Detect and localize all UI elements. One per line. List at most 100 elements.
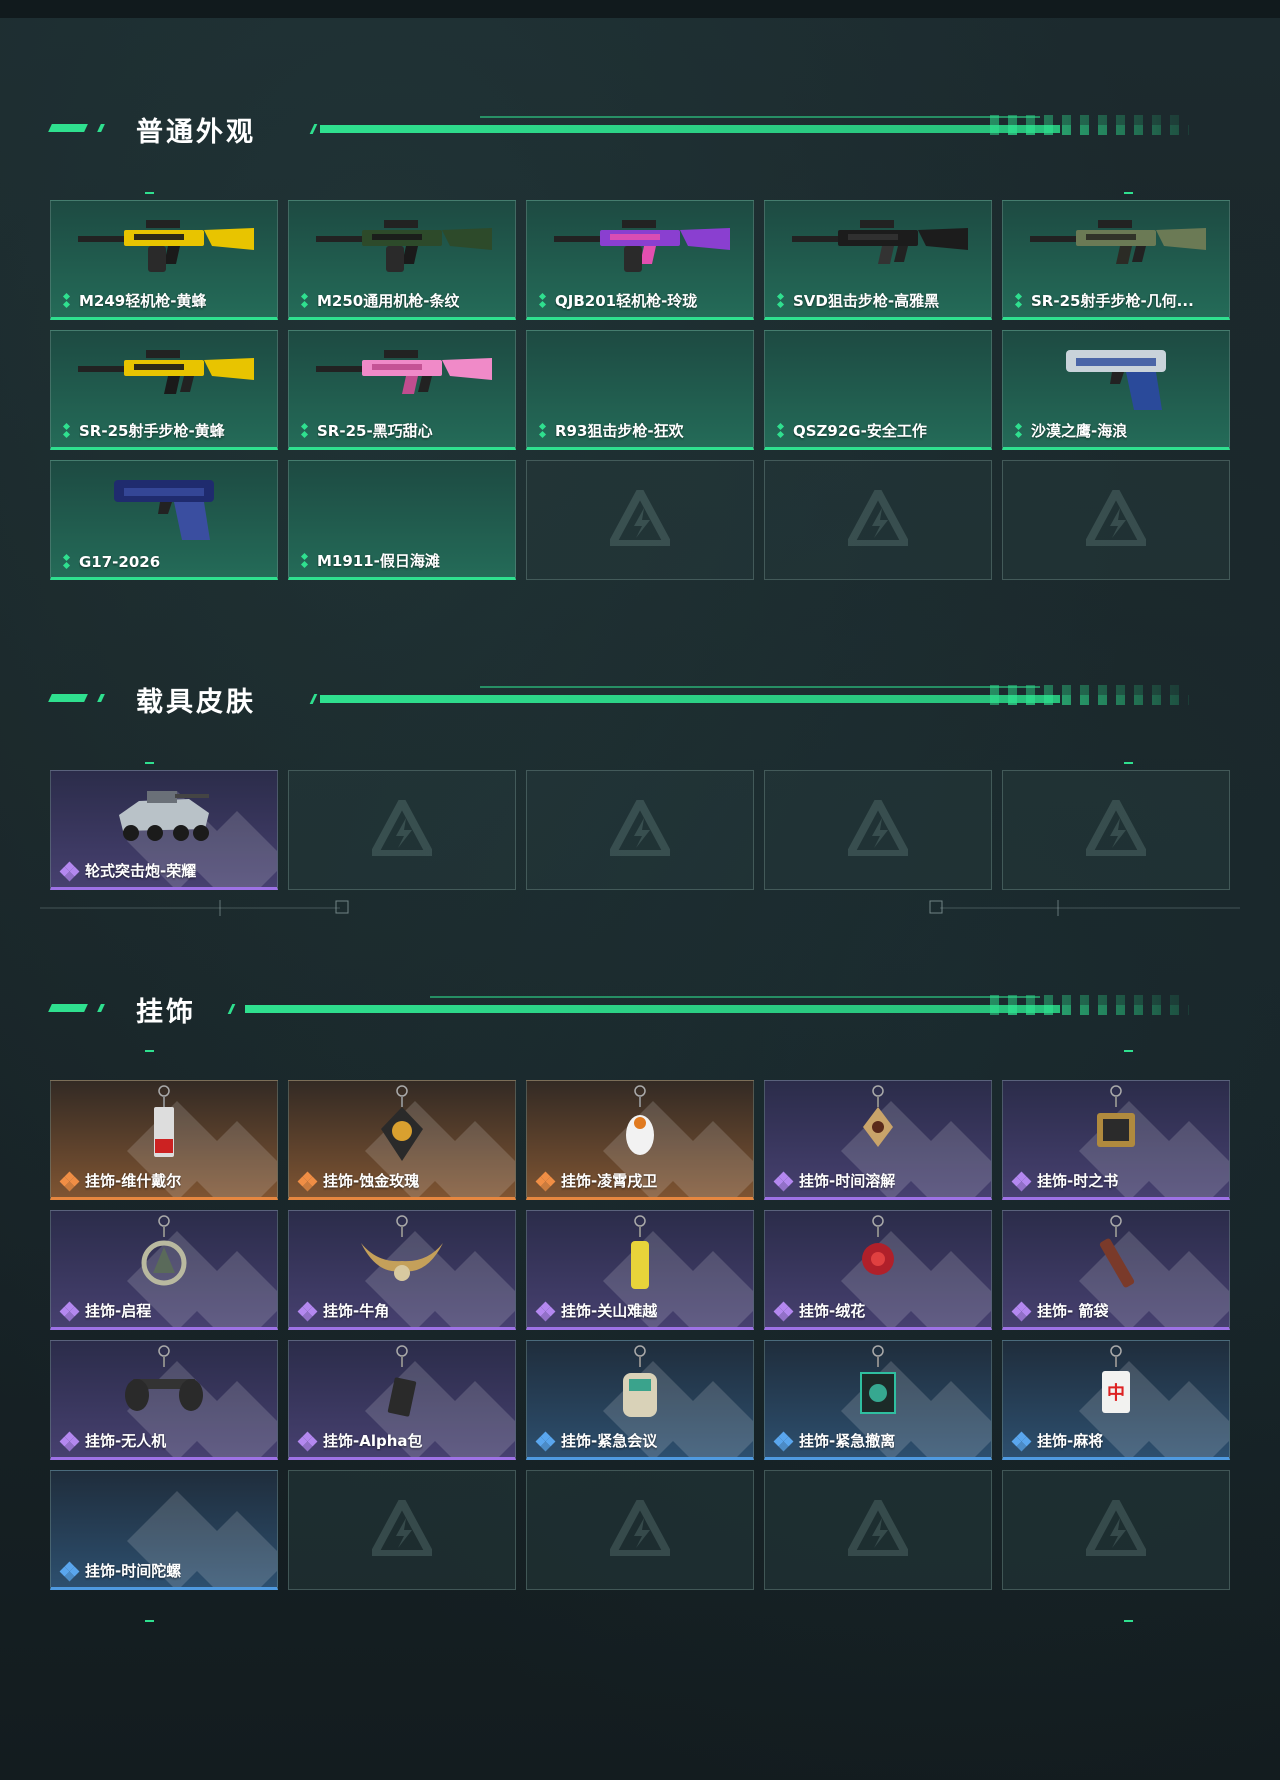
rarity-icon <box>59 1431 80 1451</box>
placeholder-logo-icon <box>846 488 910 550</box>
header-tick <box>309 694 318 704</box>
rarity-icon <box>775 422 787 438</box>
dmr-pink-icon <box>289 333 515 419</box>
charm-horns-icon <box>289 1213 515 1299</box>
charm-card[interactable]: 挂饰-紧急会议 <box>526 1340 754 1460</box>
weapon-skin-card[interactable]: R93狙击步枪-狂欢 <box>526 330 754 450</box>
rarity-icon <box>59 1171 80 1191</box>
item-name: 挂饰-凌霄戌卫 <box>561 1172 658 1190</box>
charm-card[interactable]: 挂饰-关山难越 <box>526 1210 754 1330</box>
empty-slot[interactable] <box>526 1470 754 1590</box>
vehicle-skin-card[interactable]: 轮式突击炮-荣耀 <box>50 770 278 890</box>
charm-ring-icon <box>51 1213 277 1299</box>
rarity-icon <box>537 422 549 438</box>
rarity-icon <box>1011 1431 1032 1451</box>
charm-card[interactable]: 挂饰-绒花 <box>764 1210 992 1330</box>
placeholder-logo-icon <box>608 1498 672 1560</box>
item-label: SR-25-黑巧甜心 <box>299 420 507 441</box>
item-name: 挂饰-时之书 <box>1037 1172 1119 1190</box>
empty-slot[interactable] <box>526 770 754 890</box>
header-dash <box>48 694 88 702</box>
header-dash <box>97 1004 105 1012</box>
rarity-icon <box>1013 422 1025 438</box>
item-name: M1911-假日海滩 <box>317 552 440 570</box>
item-label: 挂饰-紧急撤离 <box>773 1430 983 1451</box>
empty-slot[interactable] <box>764 770 992 890</box>
gpmg-green-stripe-icon <box>289 203 515 289</box>
item-name: M250通用机枪-条纹 <box>317 292 460 310</box>
header-dash <box>48 124 88 132</box>
charm-flower-icon <box>765 1213 991 1299</box>
header-tick <box>309 124 318 134</box>
item-label: 挂饰-关山难越 <box>535 1300 745 1321</box>
rarity-icon <box>61 292 73 308</box>
item-label: 挂饰-蚀金玫瑰 <box>297 1170 507 1191</box>
charm-card[interactable]: 挂饰-维什戴尔 <box>50 1080 278 1200</box>
item-name: 挂饰-绒花 <box>799 1302 866 1320</box>
charm-card[interactable]: 挂饰-无人机 <box>50 1340 278 1460</box>
grid-mark <box>1124 1050 1133 1052</box>
weapon-skin-card[interactable]: SR-25射手步枪-黄蜂 <box>50 330 278 450</box>
charm-clock-icon <box>765 1083 991 1169</box>
charm-card[interactable]: 中挂饰-麻将 <box>1002 1340 1230 1460</box>
weapon-skin-card[interactable]: QJB201轻机枪-玲珑 <box>526 200 754 320</box>
charm-card[interactable]: 挂饰-Alpha包 <box>288 1340 516 1460</box>
empty-slot[interactable] <box>764 1470 992 1590</box>
header-dash <box>97 124 105 132</box>
empty-slot[interactable] <box>1002 770 1230 890</box>
pistol-blue-icon <box>51 463 277 549</box>
rarity-icon <box>537 292 549 308</box>
section-header-vehicle: 载具皮肤 <box>48 680 1200 720</box>
charm-card[interactable]: 挂饰-时之书 <box>1002 1080 1230 1200</box>
header-thin-line <box>480 686 1040 688</box>
empty-slot[interactable] <box>1002 460 1230 580</box>
weapon-skin-card[interactable]: 沙漠之鹰-海浪 <box>1002 330 1230 450</box>
charm-card[interactable]: 挂饰-时间溶解 <box>764 1080 992 1200</box>
rarity-icon <box>773 1431 794 1451</box>
rarity-icon <box>1011 1171 1032 1191</box>
item-label: 挂饰-时间溶解 <box>773 1170 983 1191</box>
header-thin-line <box>480 116 1040 118</box>
item-label: SR-25射手步枪-黄蜂 <box>61 420 269 441</box>
item-label: 挂饰-牛角 <box>297 1300 507 1321</box>
charm-card[interactable]: 挂饰-凌霄戌卫 <box>526 1080 754 1200</box>
weapon-skin-card[interactable]: M249轻机枪-黄蜂 <box>50 200 278 320</box>
charm-card[interactable]: 挂饰- 箭袋 <box>1002 1210 1230 1330</box>
charm-card[interactable]: 挂饰-紧急撤离 <box>764 1340 992 1460</box>
weapon-skin-card[interactable]: M1911-假日海滩 <box>288 460 516 580</box>
empty-slot[interactable] <box>288 770 516 890</box>
charm-card[interactable]: 挂饰-时间陀螺 <box>50 1470 278 1590</box>
weapon-skin-card[interactable]: SVD狙击步枪-高雅黑 <box>764 200 992 320</box>
rarity-icon <box>299 552 311 568</box>
header-line <box>320 695 1060 703</box>
item-name: 沙漠之鹰-海浪 <box>1031 422 1128 440</box>
empty-slot[interactable] <box>764 460 992 580</box>
rarity-icon <box>775 292 787 308</box>
weapon-skin-card[interactable]: SR-25-黑巧甜心 <box>288 330 516 450</box>
item-name: 挂饰-麻将 <box>1037 1432 1104 1450</box>
empty-slot[interactable] <box>288 1470 516 1590</box>
weapon-skin-card[interactable]: QSZ92G-安全工作 <box>764 330 992 450</box>
weapon-skin-card[interactable]: SR-25射手步枪-几何... <box>1002 200 1230 320</box>
empty-slot[interactable] <box>1002 1470 1230 1590</box>
item-name: 挂饰-启程 <box>85 1302 152 1320</box>
charm-mahjong-icon: 中 <box>1003 1343 1229 1429</box>
item-name: SR-25射手步枪-黄蜂 <box>79 422 225 440</box>
header-tick <box>227 1004 236 1014</box>
item-label: 挂饰-维什戴尔 <box>59 1170 269 1191</box>
item-name: 挂饰-蚀金玫瑰 <box>323 1172 420 1190</box>
charm-card[interactable]: 挂饰-启程 <box>50 1210 278 1330</box>
weapon-skin-card[interactable]: G17-2026 <box>50 460 278 580</box>
rarity-icon <box>61 553 73 570</box>
rarity-icon <box>59 1301 80 1321</box>
charm-tag-icon <box>51 1083 277 1169</box>
charm-card[interactable]: 挂饰-蚀金玫瑰 <box>288 1080 516 1200</box>
weapon-skin-card[interactable]: M250通用机枪-条纹 <box>288 200 516 320</box>
section-title: 普通外观 <box>136 117 256 148</box>
item-name: SVD狙击步枪-高雅黑 <box>793 292 940 310</box>
charm-card[interactable]: 挂饰-牛角 <box>288 1210 516 1330</box>
item-label: M249轻机枪-黄蜂 <box>61 290 269 311</box>
empty-slot[interactable] <box>526 460 754 580</box>
item-name: 轮式突击炮-荣耀 <box>85 862 197 880</box>
item-label: SR-25射手步枪-几何... <box>1013 290 1221 311</box>
